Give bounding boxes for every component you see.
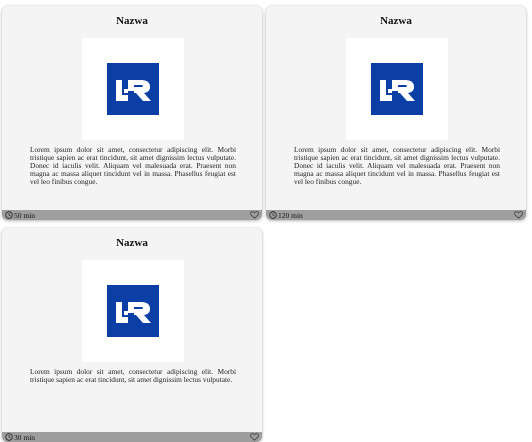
duration-label: 30 min xyxy=(14,432,36,442)
card-footer: 30 min xyxy=(2,432,262,442)
card-title: Nazwa xyxy=(116,237,148,249)
card-title: Nazwa xyxy=(380,15,412,27)
duration-label: 120 min xyxy=(278,210,303,220)
card-title: Nazwa xyxy=(116,15,148,27)
duration-label: 50 min xyxy=(14,210,36,220)
card-image xyxy=(346,38,448,140)
duration: 120 min xyxy=(269,211,303,220)
card-image xyxy=(82,260,184,362)
duration: 30 min xyxy=(5,433,35,442)
card-grid: Nazwa Lorem ipsum dolor sit amet, consec… xyxy=(0,0,532,442)
card-footer: 50 min xyxy=(2,210,262,220)
card-description: Lorem ipsum dolor sit amet, consectetur … xyxy=(30,145,236,186)
heart-outline-icon[interactable] xyxy=(250,433,259,441)
clock-icon xyxy=(269,211,277,219)
card-description: Lorem ipsum dolor sit amet, consectetur … xyxy=(294,145,500,186)
heart-outline-icon[interactable] xyxy=(514,211,523,219)
course-card[interactable]: Nazwa Lorem ipsum dolor sit amet, consec… xyxy=(2,228,262,442)
course-card[interactable]: Nazwa Lorem ipsum dolor sit amet, consec… xyxy=(2,6,262,220)
clock-icon xyxy=(5,211,13,219)
heart-outline-icon[interactable] xyxy=(250,211,259,219)
university-logo-icon xyxy=(107,285,159,337)
card-image xyxy=(82,38,184,140)
duration: 50 min xyxy=(5,211,35,220)
card-footer: 120 min xyxy=(266,210,526,220)
university-logo-icon xyxy=(107,63,159,115)
clock-icon xyxy=(5,433,13,441)
university-logo-icon xyxy=(371,63,423,115)
card-description: Lorem ipsum dolor sit amet, consectetur … xyxy=(30,367,236,384)
course-card[interactable]: Nazwa Lorem ipsum dolor sit amet, consec… xyxy=(266,6,526,220)
